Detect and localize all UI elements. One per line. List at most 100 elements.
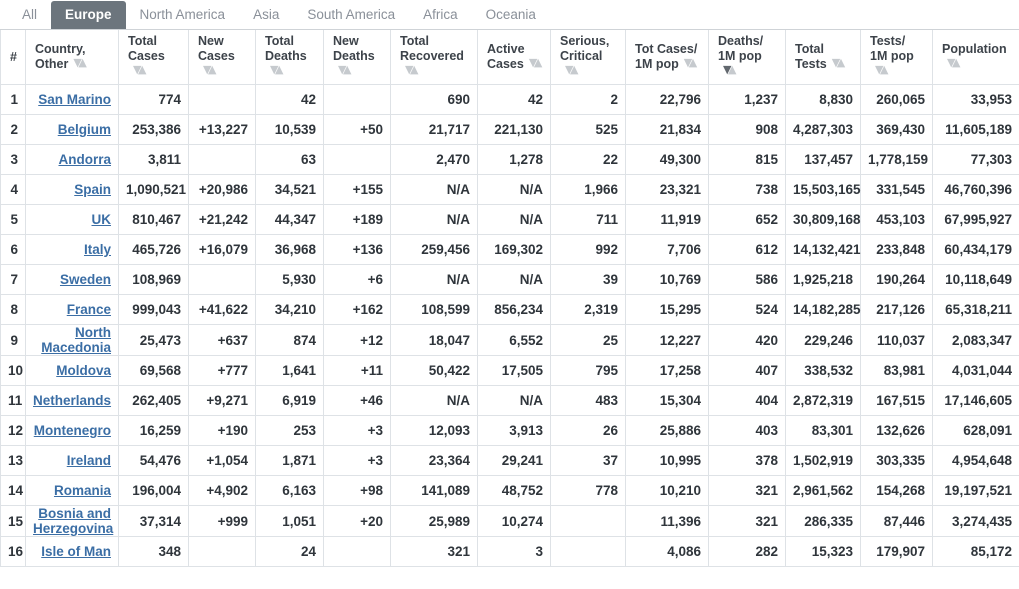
country-link[interactable]: Montenegro — [34, 423, 111, 438]
table-row: 4 Spain 1,090,521 +20,986 34,521 +155 N/A N/A 1,… — [0, 174, 1019, 205]
country-link[interactable]: San Marino — [38, 92, 111, 107]
cell-tests_1m: 132,626 — [860, 415, 933, 446]
column-header-total_recovered[interactable]: Total Recovered ▼ ▲ — [390, 30, 478, 85]
cell-total_cases: 262,405 — [118, 385, 189, 416]
table-row: 8 France 999,043 +41,622 34,210 +162 108,599 85… — [0, 294, 1019, 325]
column-header-total_tests[interactable]: Total Tests ▼ ▲ — [785, 30, 861, 85]
sort-toggle-icon[interactable]: ▼ ▲ — [203, 64, 216, 80]
column-header-serious[interactable]: Serious, Critical ▼ ▲ — [550, 30, 626, 85]
region-tab-bar: All Europe North America Asia South America A… — [0, 0, 1019, 29]
cell-deaths_1m: 420 — [708, 324, 786, 356]
country-link[interactable]: Bosnia and Herzegovina — [33, 506, 113, 536]
cell-total_tests: 1,925,218 — [785, 264, 861, 295]
country-link[interactable]: Ireland — [67, 453, 111, 468]
cell-population: 33,953 — [932, 84, 1019, 115]
cell-deaths_1m: 321 — [708, 505, 786, 537]
country-link[interactable]: UK — [92, 212, 112, 227]
cell-tests_1m: 179,907 — [860, 536, 933, 567]
sort-toggle-icon[interactable]: ▼ ▲ — [270, 64, 283, 80]
cell-tests_1m: 260,065 — [860, 84, 933, 115]
cell-total_cases: 348 — [118, 536, 189, 567]
cell-total_deaths: 1,051 — [255, 505, 324, 537]
country-link[interactable]: North Macedonia — [41, 325, 111, 355]
country-link[interactable]: Italy — [84, 242, 111, 257]
cell-tests_1m: 190,264 — [860, 264, 933, 295]
column-header-new_cases[interactable]: New Cases ▼ ▲ — [188, 30, 256, 85]
column-header-new_deaths[interactable]: New Deaths ▼ ▲ — [323, 30, 391, 85]
country-link[interactable]: Netherlands — [33, 393, 111, 408]
country-link[interactable]: France — [67, 302, 111, 317]
cell-total_recovered: N/A — [390, 264, 478, 295]
tab-africa[interactable]: Africa — [409, 1, 472, 29]
cell-deaths_1m: 321 — [708, 475, 786, 506]
cell-population: 4,954,648 — [932, 445, 1019, 476]
header-line-1: Deaths/ — [718, 34, 764, 48]
table-row: 15 Bosnia and Herzegovina 37,314 +999 1,051 +… — [0, 505, 1019, 537]
cell-tests_1m: 87,446 — [860, 505, 933, 537]
sort-toggle-icon[interactable]: ▼ ▲ — [405, 64, 418, 80]
cell-total_recovered: 259,456 — [390, 234, 478, 265]
cell-total_recovered: 25,989 — [390, 505, 478, 537]
table-row: 1 San Marino 774 42 690 42 2 22,796 1,237 8,830 26… — [0, 84, 1019, 115]
cell-serious: 26 — [550, 415, 626, 446]
country-link[interactable]: Belgium — [58, 122, 111, 137]
column-header-deaths_1m[interactable]: Deaths/1M pop ▼ ▲ — [708, 30, 786, 85]
column-header-active_cases[interactable]: Active Cases ▼ ▲ — [477, 30, 551, 85]
sort-toggle-icon[interactable]: ▼ ▲ — [529, 57, 542, 73]
column-header-country[interactable]: Country, Other ▼ ▲ — [25, 30, 119, 85]
table-row: 6 Italy 465,726 +16,079 36,968 +136 259,456 169… — [0, 234, 1019, 265]
tab-europe[interactable]: Europe — [51, 1, 126, 29]
cell-new_cases — [188, 536, 256, 567]
tab-north-america[interactable]: North America — [126, 1, 240, 29]
column-header-cases_1m[interactable]: Tot Cases/1M pop ▼ ▲ — [625, 30, 709, 85]
sort-toggle-icon[interactable]: ▼ ▲ — [947, 57, 960, 73]
cell-cases_1m: 15,304 — [625, 385, 709, 416]
cell-total_deaths: 44,347 — [255, 204, 324, 235]
cell-num: 16 — [0, 536, 26, 567]
header-line-2: 1M pop ▼ ▲ — [870, 49, 925, 80]
tab-all[interactable]: All — [8, 1, 51, 29]
country-link[interactable]: Sweden — [60, 272, 111, 287]
cell-total_cases: 108,969 — [118, 264, 189, 295]
cell-new_deaths: +189 — [323, 204, 391, 235]
country-link[interactable]: Spain — [74, 182, 111, 197]
cell-num: 2 — [0, 114, 26, 145]
cell-population: 11,605,189 — [932, 114, 1019, 145]
sort-toggle-icon[interactable]: ▼ ▲ — [73, 57, 86, 73]
cell-population: 46,760,396 — [932, 174, 1019, 205]
cell-tests_1m: 453,103 — [860, 204, 933, 235]
tab-asia[interactable]: Asia — [239, 1, 293, 29]
cell-new_cases: +9,271 — [188, 385, 256, 416]
cell-tests_1m: 1,778,159 — [860, 144, 933, 175]
sort-toggle-icon[interactable]: ▼ ▲ — [832, 57, 845, 73]
sort-toggle-icon[interactable]: ▼ ▲ — [133, 64, 146, 80]
tab-south-america[interactable]: South America — [293, 1, 409, 29]
sort-toggle-icon[interactable]: ▼ ▲ — [565, 64, 578, 80]
cell-total_deaths: 1,871 — [255, 445, 324, 476]
cell-active_cases: 48,752 — [477, 475, 551, 506]
tab-oceania[interactable]: Oceania — [472, 1, 550, 29]
cell-total_cases: 999,043 — [118, 294, 189, 325]
sort-toggle-icon[interactable]: ▼ ▲ — [338, 64, 351, 80]
column-header-population[interactable]: Population ▼ ▲ — [932, 30, 1019, 85]
sort-toggle-icon[interactable]: ▼ ▲ — [684, 57, 697, 73]
cell-population: 85,172 — [932, 536, 1019, 567]
header-line-1: Total — [795, 41, 824, 56]
cell-tests_1m: 167,515 — [860, 385, 933, 416]
cell-total_cases: 1,090,521 — [118, 174, 189, 205]
header-line-1: Total — [128, 34, 157, 48]
cell-total_cases: 465,726 — [118, 234, 189, 265]
cell-total_deaths: 63 — [255, 144, 324, 175]
sort-toggle-icon[interactable]: ▼ ▲ — [875, 64, 888, 80]
header-row: # Country, Other ▼ ▲ Total Cases ▼ ▲ New Cases ▼ ▲ To… — [0, 30, 1019, 85]
sort-descending-icon[interactable]: ▼ ▲ — [723, 64, 736, 80]
cell-num: 13 — [0, 445, 26, 476]
country-link[interactable]: Andorra — [58, 152, 111, 167]
column-header-total_cases[interactable]: Total Cases ▼ ▲ — [118, 30, 189, 85]
country-link[interactable]: Isle of Man — [41, 544, 111, 559]
column-header-tests_1m[interactable]: Tests/1M pop ▼ ▲ — [860, 30, 933, 85]
cell-cases_1m: 7,706 — [625, 234, 709, 265]
country-link[interactable]: Romania — [54, 483, 111, 498]
country-link[interactable]: Moldova — [56, 363, 111, 378]
column-header-total_deaths[interactable]: Total Deaths ▼ ▲ — [255, 30, 324, 85]
